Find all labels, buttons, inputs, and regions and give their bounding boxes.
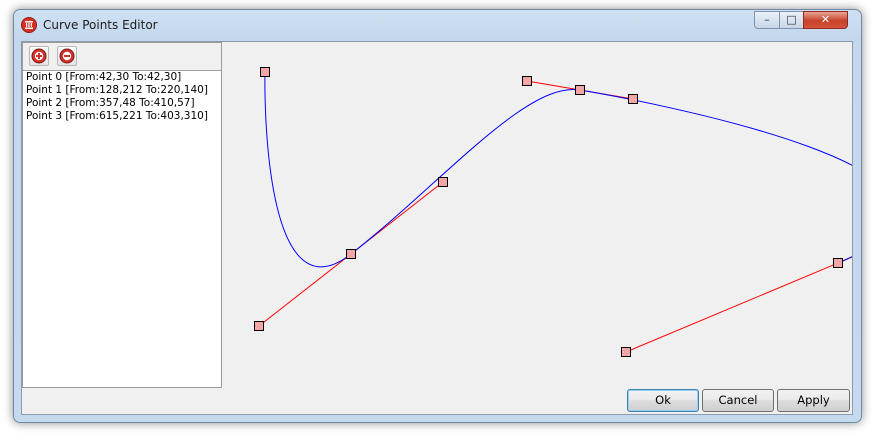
maximize-button[interactable]: □ xyxy=(779,11,804,29)
app-icon xyxy=(21,17,37,33)
minimize-button[interactable]: – xyxy=(754,11,780,29)
out-tangent-handle-2[interactable] xyxy=(628,94,638,104)
anchor-handle-0[interactable] xyxy=(260,67,270,77)
apply-button[interactable]: Apply xyxy=(777,389,850,412)
maximize-icon: □ xyxy=(786,13,797,26)
add-point-button[interactable] xyxy=(29,46,49,66)
cancel-button[interactable]: Cancel xyxy=(702,389,774,412)
out-tangent-handle-1[interactable] xyxy=(438,177,448,187)
in-tangent-handle-2[interactable] xyxy=(522,76,532,86)
points-toolbar xyxy=(23,43,221,71)
bezier-curve xyxy=(264,71,852,267)
close-button[interactable]: ✕ xyxy=(803,11,848,29)
list-item-point-1[interactable]: Point 1 [From:128,212 To:220,140] xyxy=(23,84,221,97)
window-title: Curve Points Editor xyxy=(43,18,158,32)
client-area: Point 0 [From:42,30 To:42,30] Point 1 [F… xyxy=(21,41,853,415)
remove-circle-icon xyxy=(59,48,75,64)
curve-points-editor-window: Curve Points Editor – □ ✕ Point 0 [From:… xyxy=(13,9,862,423)
list-item-point-0[interactable]: Point 0 [From:42,30 To:42,30] xyxy=(23,71,221,84)
ok-button[interactable]: Ok xyxy=(627,389,699,412)
list-item-point-3[interactable]: Point 3 [From:615,221 To:403,310] xyxy=(23,110,221,123)
list-item-point-2[interactable]: Point 2 [From:357,48 To:410,57] xyxy=(23,97,221,110)
anchor-handle-3[interactable] xyxy=(833,258,843,268)
minimize-icon: – xyxy=(764,13,770,26)
out-tangent-handle-3[interactable] xyxy=(621,347,631,357)
title-bar[interactable]: Curve Points Editor – □ ✕ xyxy=(14,10,861,43)
tangent-line-3 xyxy=(625,256,852,353)
anchor-handle-2[interactable] xyxy=(575,85,585,95)
add-circle-icon xyxy=(31,48,47,64)
curve-canvas[interactable] xyxy=(223,42,852,388)
curve-svg[interactable] xyxy=(223,42,852,388)
remove-point-button[interactable] xyxy=(57,46,77,66)
close-icon: ✕ xyxy=(820,13,831,26)
in-tangent-handle-1[interactable] xyxy=(254,321,264,331)
points-panel: Point 0 [From:42,30 To:42,30] Point 1 [F… xyxy=(22,42,222,388)
anchor-handle-1[interactable] xyxy=(346,249,356,259)
point-list[interactable]: Point 0 [From:42,30 To:42,30] Point 1 [F… xyxy=(23,71,221,387)
